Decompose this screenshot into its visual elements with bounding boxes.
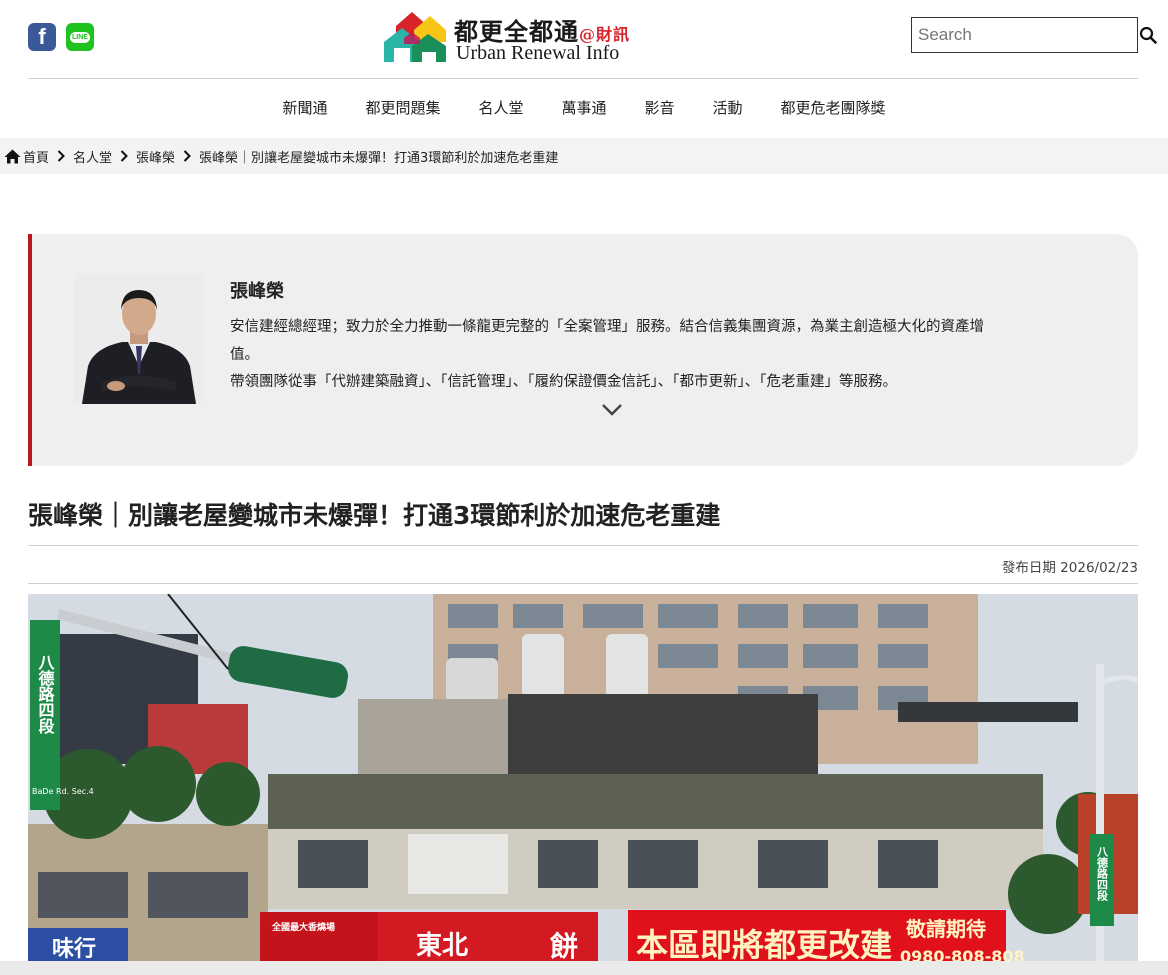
breadcrumb-home[interactable]: 首頁 [4,147,49,166]
photo-banner-main: 本區即將都更改建 [636,926,892,961]
publish-date: 發布日期 2026/02/23 [1001,560,1138,576]
photo-banner-sub: 敬請期待 [905,917,986,941]
chevron-down-icon[interactable] [600,402,624,418]
photo-street-sign-1-en: BaDe Rd. Sec.4 [32,787,94,796]
breadcrumb-item-hall-of-fame[interactable]: 名人堂 [73,147,112,166]
photo-street-sign-1: 八德路四段 [36,654,56,735]
author-bio-paragraph-1: 安信建經總經理；致力於全力推動一條龍更完整的「全案管理」服務。結合信義集團資源，… [230,319,984,363]
house-logo-icon [384,12,446,62]
line-icon[interactable]: LINE [66,23,94,51]
facebook-icon[interactable]: f [28,23,56,51]
breadcrumb-item-author[interactable]: 張峰榮 [136,147,175,166]
search-input[interactable] [912,18,1139,52]
author-name: 張峰榮 [230,281,284,302]
main-nav: 新聞通 都更問題集 名人堂 萬事通 影音 活動 都更危老團隊獎 [0,96,1168,120]
nav-item-news[interactable]: 新聞通 [263,96,346,120]
bottom-browser-strip [0,961,1168,975]
breadcrumb: 首頁 名人堂 張峰榮 張峰榮｜別讓老屋變城市未爆彈！打通3環節利於加速危老重建 [0,138,1168,174]
breadcrumb-item-article: 張峰榮｜別讓老屋變城市未爆彈！打通3環節利於加速危老重建 [199,150,559,166]
search-box [911,17,1157,53]
nav-item-faq[interactable]: 都更問題集 [346,96,459,120]
line-icon-label: LINE [70,31,90,43]
author-avatar [74,274,204,404]
photo-banner-1: 全國最大香燒場 [271,921,335,933]
article-hero-photo: 八德路四段 BaDe Rd. Sec.4 八德路四段 味行 全國最大香燒場 東北… [28,594,1138,961]
nav-item-events[interactable]: 活動 [694,96,762,120]
article-title: 張峰榮｜別讓老屋變城市未爆彈！打通3環節利於加速危老重建 [28,501,721,530]
author-bio-paragraph-2: 帶領團隊從事「代辦建築融資」、「信託管理」、「履約保證價金信託」、「都市更新」、… [230,374,897,390]
chevron-right-icon [120,150,128,162]
header-divider [28,78,1138,79]
search-icon[interactable] [1139,18,1157,52]
photo-banner-3: 餅 [550,930,578,961]
photo-shop-sign: 味行 [52,936,96,961]
site-logo[interactable]: 都更全都通@財訊 Urban Renewal Info [382,8,636,64]
site-header: f LINE 都更全都通@財訊 Urban Renewal Info [0,0,1168,80]
photo-street-sign-2: 八德路四段 [1096,846,1110,902]
date-divider [28,583,1138,584]
chevron-right-icon [183,150,191,162]
author-card: 張峰榮 安信建經總經理；致力於全力推動一條龍更完整的「全案管理」服務。結合信義集… [28,234,1138,466]
nav-item-team-award[interactable]: 都更危老團隊獎 [762,96,905,120]
author-bio: 安信建經總經理；致力於全力推動一條龍更完整的「全案管理」服務。結合信義集團資源，… [230,314,990,397]
title-divider [28,545,1138,546]
chevron-right-icon [57,150,65,162]
logo-english-text: Urban Renewal Info [456,42,620,64]
nav-item-video[interactable]: 影音 [626,96,694,120]
nav-item-hall-of-fame[interactable]: 名人堂 [459,96,542,120]
social-links: f LINE [28,23,94,51]
home-icon [4,149,21,163]
nav-item-all-knowing[interactable]: 萬事通 [542,96,625,120]
breadcrumb-home-link[interactable]: 首頁 [23,147,49,166]
photo-banner-phone: 0980-808-808 [900,947,1025,961]
photo-banner-2: 東北 [416,931,468,961]
